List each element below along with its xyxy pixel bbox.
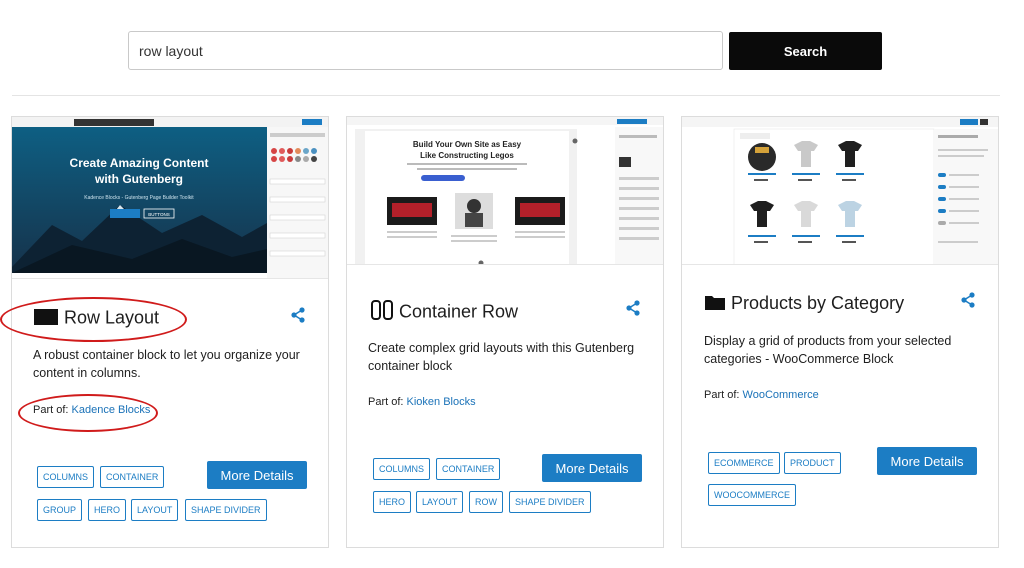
card-title: Products by Category <box>705 293 904 315</box>
preview-image: Build Your Own Site as Easy Like Constru… <box>347 117 663 264</box>
search-bar: Search <box>128 31 882 70</box>
search-input[interactable] <box>128 31 723 70</box>
part-of-link[interactable]: Kadence Blocks <box>72 404 151 416</box>
search-button[interactable]: Search <box>729 32 882 70</box>
card-title-text: Products by Category <box>731 293 905 313</box>
svg-text:Create Amazing Content: Create Amazing Content <box>70 156 209 170</box>
share-icon[interactable] <box>625 300 641 316</box>
part-of-link[interactable]: Kioken Blocks <box>407 396 476 408</box>
preview-image <box>682 117 998 264</box>
part-of: Part of: WooCommerce <box>704 389 819 401</box>
card-title-text: Row Layout <box>64 307 160 328</box>
part-of-label: Part of: <box>368 396 404 408</box>
share-icon[interactable] <box>290 307 306 323</box>
card-description: Create complex grid layouts with this Gu… <box>368 341 635 373</box>
card-title: Container Row <box>371 300 518 325</box>
tag-layout[interactable]: LAYOUT <box>416 491 464 513</box>
tag-hero[interactable]: HERO <box>88 499 127 521</box>
tag-ecommerce[interactable]: ECOMMERCE <box>708 452 780 474</box>
tag-shape-divider[interactable]: SHAPE DIVIDER <box>509 491 591 513</box>
tag-shape-divider[interactable]: SHAPE DIVIDER <box>185 499 267 521</box>
tag-container[interactable]: CONTAINER <box>100 466 165 488</box>
divider <box>12 95 1000 96</box>
card-title: Row Layout <box>34 307 159 330</box>
more-details-button[interactable]: More Details <box>542 454 642 482</box>
part-of-label: Part of: <box>704 389 740 401</box>
more-details-button[interactable]: More Details <box>877 447 977 475</box>
card-title-text: Container Row <box>399 301 519 322</box>
part-of-link[interactable]: WooCommerce <box>743 389 819 401</box>
tag-columns[interactable]: COLUMNS <box>37 466 95 488</box>
svg-text:with Gutenberg: with Gutenberg <box>94 172 183 186</box>
preview-screenshot: Create Amazing Content with Gutenberg Ka… <box>12 117 328 279</box>
block-card-row-layout: Create Amazing Content with Gutenberg Ka… <box>11 116 329 548</box>
share-icon[interactable] <box>960 292 976 308</box>
card-description: Display a grid of products from your sel… <box>704 334 952 366</box>
part-of: Part of: Kioken Blocks <box>368 396 476 408</box>
svg-text:Build Your Own Site as Easy: Build Your Own Site as Easy <box>413 140 522 149</box>
svg-text:BUTTONS: BUTTONS <box>148 212 169 217</box>
svg-text:Kadence Blocks - Gutenberg Pag: Kadence Blocks - Gutenberg Page Builder … <box>84 195 194 201</box>
row-layout-icon <box>34 307 58 330</box>
preview-screenshot <box>682 117 998 265</box>
tag-hero[interactable]: HERO <box>373 491 412 513</box>
block-card-products-by-category: Products by Category Display a grid of p… <box>681 116 999 548</box>
more-details-button[interactable]: More Details <box>207 461 307 489</box>
tag-layout[interactable]: LAYOUT <box>131 499 179 521</box>
tag-product[interactable]: PRODUCT <box>784 452 841 474</box>
block-card-container-row: Build Your Own Site as Easy Like Constru… <box>346 116 664 548</box>
tag-container[interactable]: CONTAINER <box>436 458 501 480</box>
part-of: Part of: Kadence Blocks <box>33 404 150 416</box>
part-of-label: Part of: <box>33 404 69 416</box>
container-row-icon <box>371 300 393 325</box>
card-description: A robust container block to let you orga… <box>33 348 300 380</box>
preview-image: Create Amazing Content with Gutenberg Ka… <box>12 117 328 278</box>
tag-columns[interactable]: COLUMNS <box>373 458 431 480</box>
tag-row[interactable]: ROW <box>469 491 503 513</box>
folder-icon <box>705 294 725 315</box>
preview-screenshot: Build Your Own Site as Easy Like Constru… <box>347 117 663 265</box>
tag-group[interactable]: GROUP <box>37 499 83 521</box>
svg-text:Like Constructing Legos: Like Constructing Legos <box>420 151 514 160</box>
tag-woocommerce[interactable]: WOOCOMMERCE <box>708 484 796 506</box>
